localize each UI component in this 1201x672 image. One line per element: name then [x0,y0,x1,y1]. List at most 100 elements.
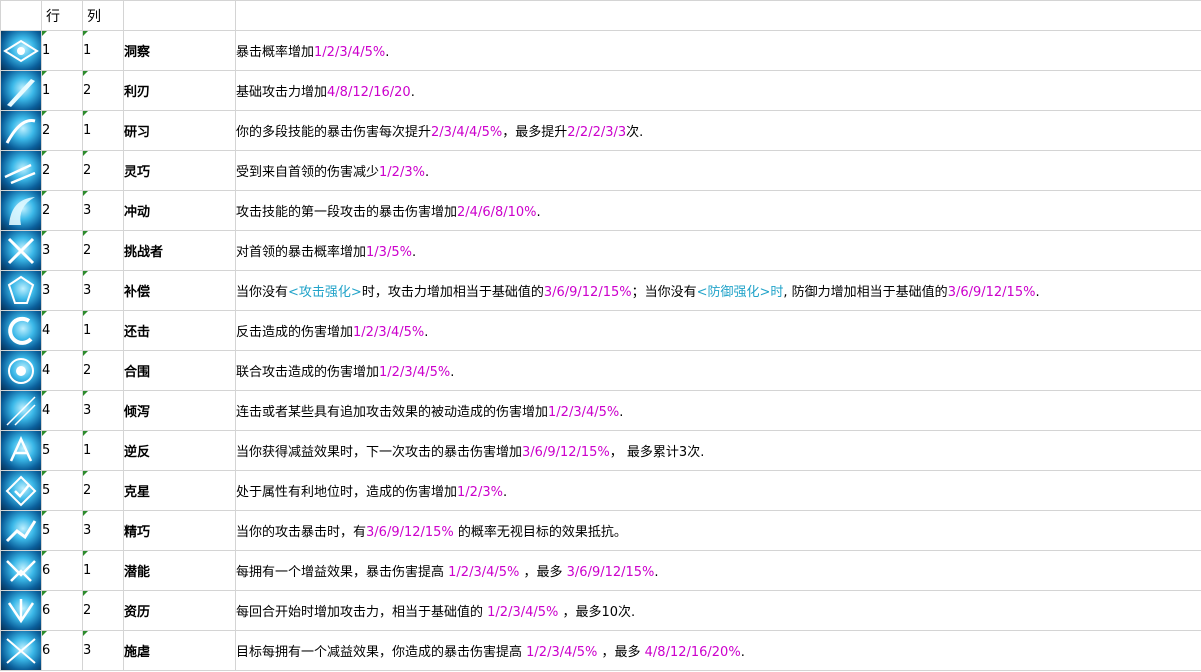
nemesis-icon [1,471,41,510]
talent-description-cell[interactable]: 当你没有<攻击强化>时，攻击力增加相当于基础值的3/6/9/12/15%；当你没… [235,270,1201,311]
row-number-cell[interactable]: 1 [41,30,83,71]
row-number-cell[interactable]: 6 [41,630,83,671]
talent-description-cell[interactable]: 你的多段技能的暴击伤害每次提升2/3/4/4/5%，最多提升2/2/2/3/3次… [235,110,1201,151]
header-name[interactable] [123,0,236,31]
row-number-cell[interactable]: 3 [41,270,83,311]
row-number-cell[interactable]: 4 [41,390,83,431]
description-text: 的概率无视目标的效果抵抗。 [453,525,627,540]
header-col-col[interactable]: 列 [82,0,124,31]
talent-description-cell[interactable]: 反击造成的伤害增加1/2/3/4/5%. [235,310,1201,351]
icon-cell[interactable] [0,30,42,71]
header-icon[interactable] [0,0,42,31]
row-number-cell[interactable]: 4 [41,310,83,351]
icon-cell[interactable] [0,470,42,511]
talent-name-cell[interactable]: 精巧 [123,510,236,551]
talent-description-cell[interactable]: 处于属性有利地位时，造成的伤害增加1/2/3%. [235,470,1201,511]
talent-description-cell[interactable]: 联合攻击造成的伤害增加1/2/3/4/5%. [235,350,1201,391]
col-number-cell[interactable]: 3 [82,190,124,231]
value-highlight: 1/2/3/4/5% [379,365,451,380]
description-text: ，最多 [519,565,567,580]
row-number-cell[interactable]: 6 [41,550,83,591]
col-number-cell[interactable]: 3 [82,390,124,431]
icon-cell[interactable] [0,630,42,671]
col-number-cell[interactable]: 1 [82,310,124,351]
description-text: ，最多10次. [558,605,636,620]
col-number-cell[interactable]: 2 [82,350,124,391]
row-number-cell[interactable]: 1 [41,70,83,111]
value-highlight: 2/3/4/4/5% [431,125,503,140]
value-highlight: 1/2/3/4/5% [448,565,520,580]
table-row: 6 2 资历 每回合开始时增加攻击力，相当于基础值的 1/2/3/4/5% ，最多10… [0,590,1201,631]
icon-cell[interactable] [0,590,42,631]
row-number-cell[interactable]: 5 [41,470,83,511]
col-number-cell[interactable]: 2 [82,70,124,111]
talent-name-cell[interactable]: 合围 [123,350,236,391]
col-number-cell[interactable]: 1 [82,30,124,71]
icon-cell[interactable] [0,390,42,431]
talent-description-cell[interactable]: 目标每拥有一个减益效果，你造成的暴击伤害提高 1/2/3/4/5% ，最多 4/… [235,630,1201,671]
row-number-cell[interactable]: 2 [41,190,83,231]
icon-cell[interactable] [0,310,42,351]
reverse-icon [1,431,41,470]
header-desc[interactable] [235,0,1201,31]
row-number-cell[interactable]: 5 [41,510,83,551]
col-number-cell[interactable]: 2 [82,590,124,631]
icon-cell[interactable] [0,510,42,551]
col-number-cell[interactable]: 2 [82,230,124,271]
talent-name-cell[interactable]: 倾泻 [123,390,236,431]
icon-cell[interactable] [0,270,42,311]
value-highlight: 4/8/12/16/20% [644,645,741,660]
col-number-cell[interactable]: 3 [82,630,124,671]
icon-cell[interactable] [0,150,42,191]
icon-cell[interactable] [0,190,42,231]
talent-name-cell[interactable]: 施虐 [123,630,236,671]
icon-cell[interactable] [0,550,42,591]
talent-name-cell[interactable]: 资历 [123,590,236,631]
talent-description-cell[interactable]: 暴击概率增加1/2/3/4/5%. [235,30,1201,71]
col-number-cell[interactable]: 3 [82,270,124,311]
talent-name-cell[interactable]: 潜能 [123,550,236,591]
col-number-cell[interactable]: 1 [82,430,124,471]
icon-cell[interactable] [0,350,42,391]
row-number-cell[interactable]: 2 [41,110,83,151]
talent-description-cell[interactable]: 基础攻击力增加4/8/12/16/20. [235,70,1201,111]
talent-description-cell[interactable]: 当你获得减益效果时，下一次攻击的暴击伤害增加3/6/9/12/15%， 最多累计… [235,430,1201,471]
col-number-cell[interactable]: 2 [82,150,124,191]
talent-name-cell[interactable]: 逆反 [123,430,236,471]
potential-icon [1,551,41,590]
talent-name-cell[interactable]: 洞察 [123,30,236,71]
value-highlight: 2/2/2/3/3 [567,125,627,140]
talent-name-cell[interactable]: 还击 [123,310,236,351]
icon-cell[interactable] [0,70,42,111]
table-row: 3 3 补偿 当你没有<攻击强化>时，攻击力增加相当于基础值的3/6/9/12/15%… [0,270,1201,311]
talent-name-cell[interactable]: 克星 [123,470,236,511]
talent-description-cell[interactable]: 受到来自首领的伤害减少1/2/3%. [235,150,1201,191]
row-number-cell[interactable]: 4 [41,350,83,391]
keyword-highlight: <攻击强化> [288,285,362,300]
col-number-cell[interactable]: 1 [82,550,124,591]
talent-name-cell[interactable]: 利刃 [123,70,236,111]
talent-name-cell[interactable]: 挑战者 [123,230,236,271]
talent-description-cell[interactable]: 每回合开始时增加攻击力，相当于基础值的 1/2/3/4/5% ，最多10次. [235,590,1201,631]
row-number-cell[interactable]: 2 [41,150,83,191]
icon-cell[interactable] [0,110,42,151]
header-row: 行 列 [0,0,1201,31]
talent-description-cell[interactable]: 连击或者某些具有追加攻击效果的被动造成的伤害增加1/2/3/4/5%. [235,390,1201,431]
row-number-cell[interactable]: 3 [41,230,83,271]
talent-description-cell[interactable]: 每拥有一个增益效果，暴击伤害提高 1/2/3/4/5% ，最多 3/6/9/12… [235,550,1201,591]
icon-cell[interactable] [0,430,42,471]
talent-name-cell[interactable]: 灵巧 [123,150,236,191]
talent-name-cell[interactable]: 研习 [123,110,236,151]
icon-cell[interactable] [0,230,42,271]
row-number-cell[interactable]: 5 [41,430,83,471]
col-number-cell[interactable]: 3 [82,510,124,551]
header-row-col[interactable]: 行 [41,0,83,31]
row-number-cell[interactable]: 6 [41,590,83,631]
talent-description-cell[interactable]: 当你的攻击暴击时，有3/6/9/12/15% 的概率无视目标的效果抵抗。 [235,510,1201,551]
col-number-cell[interactable]: 1 [82,110,124,151]
col-number-cell[interactable]: 2 [82,470,124,511]
talent-description-cell[interactable]: 攻击技能的第一段攻击的暴击伤害增加2/4/6/8/10%. [235,190,1201,231]
talent-description-cell[interactable]: 对首领的暴击概率增加1/3/5%. [235,230,1201,271]
talent-name-cell[interactable]: 补偿 [123,270,236,311]
talent-name-cell[interactable]: 冲动 [123,190,236,231]
